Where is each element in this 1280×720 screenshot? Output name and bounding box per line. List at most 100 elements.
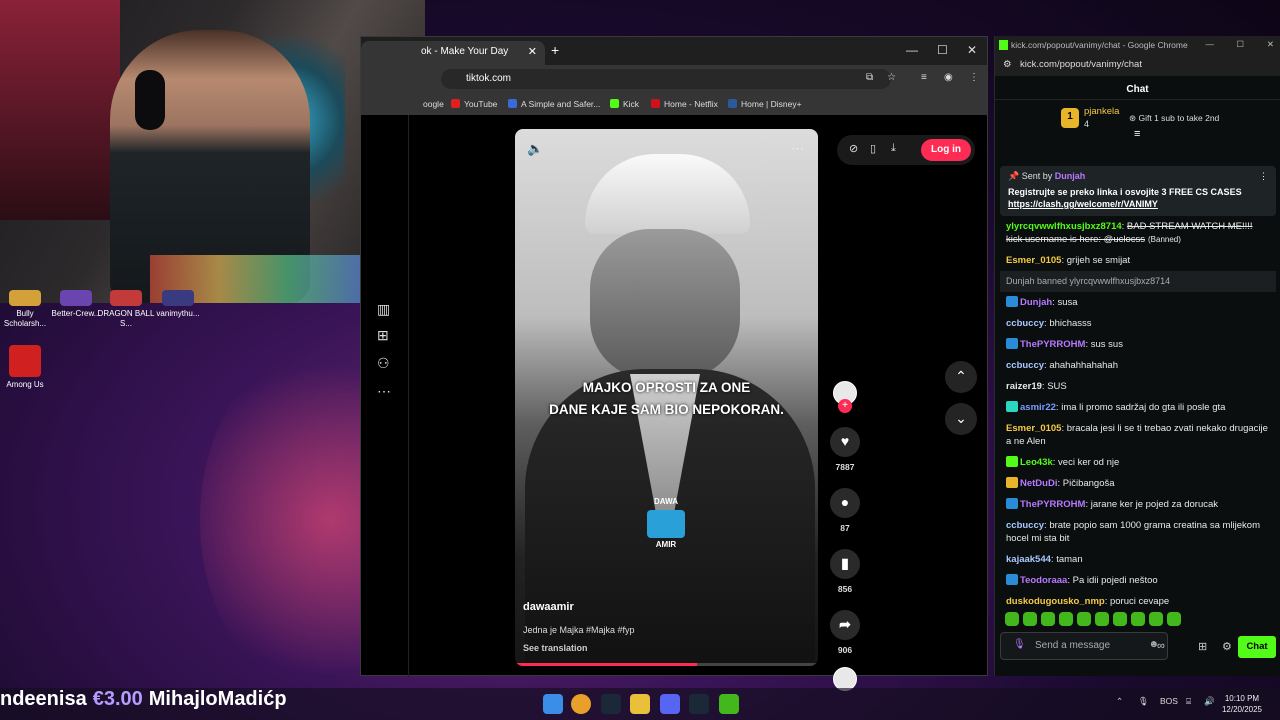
chat-username[interactable]: Leo43k	[1020, 457, 1053, 468]
minimize-icon[interactable]: —	[1206, 39, 1215, 49]
login-button[interactable]: Log in	[921, 139, 971, 161]
mute-icon[interactable]: 🔈	[527, 141, 543, 157]
language-indicator[interactable]: BOS	[1160, 696, 1178, 706]
desktop-icon-dragon-ball[interactable]: DRAGON BALL S...	[96, 290, 156, 329]
send-chat-button[interactable]: Chat	[1238, 636, 1276, 658]
device-icon[interactable]: ▯	[870, 142, 876, 155]
bookmark-kick[interactable]: Kick	[610, 99, 639, 109]
chat-username[interactable]: NetDuDi	[1020, 478, 1057, 489]
emote-icon[interactable]	[1023, 612, 1037, 626]
chat-username[interactable]: Esmer_0105	[1006, 423, 1061, 434]
profile-icon[interactable]: ⚇	[377, 355, 390, 372]
previous-video-button[interactable]: ⌃	[945, 361, 977, 393]
chat-username[interactable]: ccbuccy	[1006, 360, 1044, 371]
bookmark-label: YouTube	[464, 99, 498, 109]
address-bar[interactable]: tiktok.com	[441, 69, 891, 89]
close-window-icon[interactable]: ✕	[1267, 39, 1274, 50]
mic-tray-icon[interactable]: 🎙	[1138, 696, 1149, 707]
emote-icon[interactable]	[1095, 612, 1109, 626]
kick-url-bar[interactable]: ⚙ kick.com/popout/vanimy/chat	[995, 56, 1280, 76]
chat-username[interactable]: raizer19	[1006, 381, 1042, 392]
live-icon[interactable]: ▥	[377, 301, 390, 318]
network-icon[interactable]: ⌸	[1186, 696, 1191, 707]
next-video-button[interactable]: ⌄	[945, 403, 977, 435]
emote-icon[interactable]	[1041, 612, 1055, 626]
volume-icon[interactable]: 🔊	[1204, 696, 1215, 707]
chat-username[interactable]: duskodugousko_nmp	[1006, 596, 1105, 607]
bookmark-simple-safer[interactable]: A Simple and Safer...	[508, 99, 600, 109]
like-action[interactable]: ♥ 7887	[827, 427, 863, 472]
chrome-icon[interactable]	[571, 694, 591, 714]
emote-icon[interactable]	[1077, 612, 1091, 626]
more-icon[interactable]: ⋯	[377, 383, 391, 400]
start-icon[interactable]	[543, 694, 563, 714]
gifter-name[interactable]: pjankela	[1084, 106, 1119, 117]
video-username[interactable]: dawaamir	[523, 601, 574, 613]
chat-username[interactable]: kajaak544	[1006, 554, 1051, 565]
emote-icon[interactable]	[1059, 612, 1073, 626]
steam-icon[interactable]	[601, 694, 621, 714]
close-window-icon[interactable]: ✕	[967, 43, 977, 57]
comment-action[interactable]: ● 87	[827, 488, 863, 533]
compass-icon[interactable]: ⊘	[849, 142, 858, 155]
desktop-icon-vanimythu[interactable]: vanimythu...	[148, 290, 208, 319]
see-translation-link[interactable]: See translation	[523, 643, 588, 653]
emote-icon[interactable]	[1005, 612, 1019, 626]
bookmark-youtube[interactable]: YouTube	[451, 99, 497, 109]
desktop-icon-among-us[interactable]: Among Us	[0, 345, 55, 390]
emote-icon[interactable]	[1113, 612, 1127, 626]
upload-icon[interactable]: ⊞	[377, 327, 389, 344]
close-tab-icon[interactable]: ✕	[528, 45, 537, 58]
settings-icon[interactable]: ⚙	[1222, 640, 1232, 653]
pinned-link[interactable]: https://clash.gg/welcome/r/VANIMY	[1008, 199, 1158, 209]
chat-username[interactable]: ccbuccy	[1006, 520, 1044, 531]
video-more-icon[interactable]: ⋯	[791, 141, 804, 157]
new-tab-button[interactable]: +	[551, 42, 559, 58]
chat-input[interactable]: 🎙 Send a message ☻	[1000, 632, 1168, 660]
chat-username[interactable]: Dunjah	[1020, 297, 1052, 308]
steam-icon[interactable]	[689, 694, 709, 714]
bookmark-disney[interactable]: Home | Disney+	[728, 99, 802, 109]
emote-icon[interactable]	[1149, 612, 1163, 626]
discord-icon[interactable]	[660, 694, 680, 714]
media-icon[interactable]: ≡	[921, 72, 927, 83]
pinned-more-icon[interactable]: ⋮	[1259, 171, 1268, 182]
app-icon[interactable]	[719, 694, 739, 714]
chat-username[interactable]: ThePYRROHM	[1020, 339, 1085, 350]
chat-username[interactable]: Esmer_0105	[1006, 255, 1061, 266]
chat-username[interactable]: Teodoraaa	[1020, 575, 1067, 586]
chat-message: ccbuccy: bhichasss	[1006, 318, 1092, 329]
menu-icon[interactable]: ⋮	[969, 72, 979, 83]
tray-chevron-icon[interactable]: ⌃	[1116, 696, 1123, 707]
site-settings-icon[interactable]: ⚙	[1003, 59, 1012, 70]
maximize-icon[interactable]: ☐	[937, 43, 948, 57]
cast-icon[interactable]: ⧉	[866, 72, 873, 83]
emote-icon[interactable]	[1131, 612, 1145, 626]
chat-username[interactable]: ThePYRROHM	[1020, 499, 1085, 510]
save-action[interactable]: ▮ 856	[827, 549, 863, 594]
minimize-icon[interactable]: —	[906, 43, 918, 57]
mic-icon[interactable]: 🎙	[1013, 639, 1026, 650]
pinned-user[interactable]: Dunjah	[1055, 171, 1086, 181]
gift-icon[interactable]: ⊞	[1198, 640, 1207, 653]
download-icon[interactable]: ⤓	[891, 142, 896, 155]
chat-username[interactable]: ylyrcqvwwlfhxusjbxz8714	[1006, 221, 1122, 232]
video-progress-bar[interactable]	[515, 663, 818, 666]
maximize-icon[interactable]: ☐	[1236, 39, 1244, 50]
emote-icon[interactable]	[1167, 612, 1181, 626]
share-action[interactable]: ➦ 906	[827, 610, 863, 655]
tab-tiktok[interactable]: ok - Make Your Day ✕	[361, 41, 545, 65]
clock[interactable]: 10:10 PM 12/20/2025	[1222, 693, 1262, 715]
file-explorer-icon[interactable]	[630, 694, 650, 714]
gift-sub-button[interactable]: ⊛ Gift 1 sub to take 2nd	[1129, 113, 1219, 124]
follow-button[interactable]: +	[838, 399, 852, 413]
bookmark-netflix[interactable]: Home - Netflix	[651, 99, 718, 109]
infinity-icon[interactable]: ∞	[1157, 640, 1165, 652]
star-icon[interactable]: ☆	[887, 72, 896, 83]
filter-icon[interactable]: ≡	[1134, 128, 1140, 140]
chat-username[interactable]: asmir22	[1020, 402, 1056, 413]
profile-icon[interactable]: ◉	[944, 72, 953, 83]
bookmark-google[interactable]: oogle	[423, 99, 444, 109]
chat-username[interactable]: ccbuccy	[1006, 318, 1044, 329]
tiktok-video[interactable]: 🔈 ⋯ MAJKO OPROSTI ZA ONE DANE KAJE SAM B…	[515, 129, 818, 666]
